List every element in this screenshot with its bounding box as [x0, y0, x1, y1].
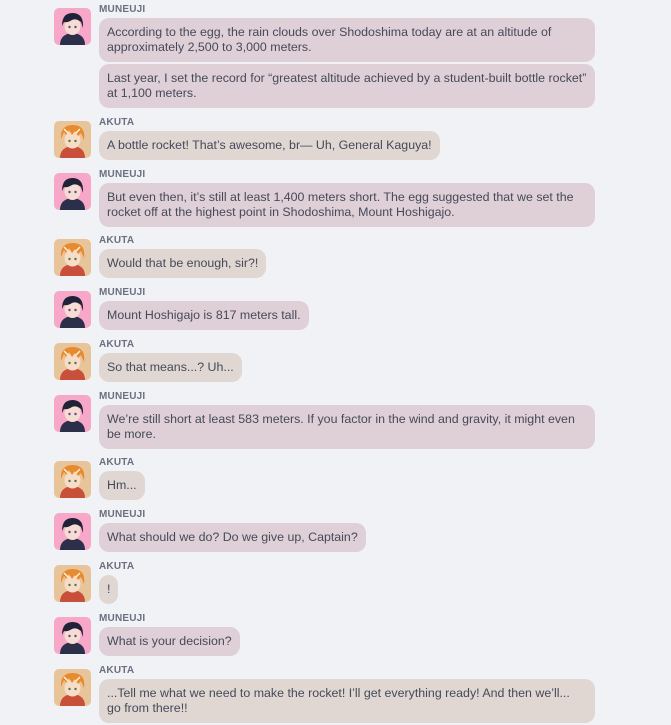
muneuji-avatar — [54, 173, 91, 210]
message-bubble: But even then, it’s still at least 1,400… — [99, 183, 595, 227]
message-bubble: What is your decision? — [99, 627, 240, 656]
message-bubble: According to the egg, the rain clouds ov… — [99, 18, 595, 62]
message-bubble: Would that be enough, sir?! — [99, 249, 267, 278]
akuta-avatar — [54, 343, 91, 380]
message-bubble: Hm... — [99, 471, 145, 500]
speaker-name: AKUTA — [99, 457, 135, 468]
akuta-avatar — [54, 239, 91, 276]
speaker-name: MUNEUJI — [99, 287, 146, 298]
message-bubble: ...Tell me what we need to make the rock… — [99, 679, 595, 723]
speaker-name: MUNEUJI — [99, 391, 146, 402]
message-bubble: Mount Hoshigajo is 817 meters tall. — [99, 301, 309, 330]
message-text: Mount Hoshigajo is 817 meters tall. — [107, 308, 301, 322]
message-text: Would that be enough, sir?! — [107, 256, 259, 270]
akuta-avatar — [54, 669, 91, 706]
speaker-name: AKUTA — [99, 235, 135, 246]
speaker-name: AKUTA — [99, 339, 135, 350]
speaker-name: AKUTA — [99, 561, 135, 572]
speaker-name: MUNEUJI — [99, 4, 146, 15]
muneuji-avatar — [54, 8, 91, 45]
message-text: What is your decision? — [107, 634, 232, 648]
speaker-name: MUNEUJI — [99, 509, 146, 520]
message-text: According to the egg, the rain clouds ov… — [107, 25, 552, 54]
message-text: A bottle rocket! That’s awesome, br— Uh,… — [107, 138, 432, 152]
message-text: Hm... — [107, 478, 137, 492]
muneuji-avatar — [54, 395, 91, 432]
muneuji-avatar — [54, 291, 91, 328]
akuta-avatar — [54, 121, 91, 158]
message-text: We’re still short at least 583 meters. I… — [107, 412, 575, 441]
message-text: But even then, it’s still at least 1,400… — [107, 190, 574, 219]
speaker-name: AKUTA — [99, 117, 135, 128]
message-bubble: Last year, I set the record for “greates… — [99, 64, 595, 108]
muneuji-avatar — [54, 513, 91, 550]
akuta-avatar — [54, 461, 91, 498]
message-text: What should we do? Do we give up, Captai… — [107, 530, 358, 544]
speaker-name: MUNEUJI — [99, 169, 146, 180]
chat-log: MUNEUJI According to the egg, the rain c… — [0, 0, 671, 725]
message-bubble: A bottle rocket! That’s awesome, br— Uh,… — [99, 131, 440, 160]
message-bubble: We’re still short at least 583 meters. I… — [99, 405, 595, 449]
speaker-name: MUNEUJI — [99, 613, 146, 624]
message-text: ...Tell me what we need to make the rock… — [107, 686, 570, 715]
speaker-name: AKUTA — [99, 665, 135, 676]
message-bubble: What should we do? Do we give up, Captai… — [99, 523, 366, 552]
message-bubble: So that means...? Uh... — [99, 353, 242, 382]
message-text: ! — [107, 582, 111, 596]
muneuji-avatar — [54, 617, 91, 654]
message-bubble: ! — [99, 575, 119, 604]
message-text: So that means...? Uh... — [107, 360, 234, 374]
message-text: Last year, I set the record for “greates… — [107, 71, 587, 100]
akuta-avatar — [54, 565, 91, 602]
